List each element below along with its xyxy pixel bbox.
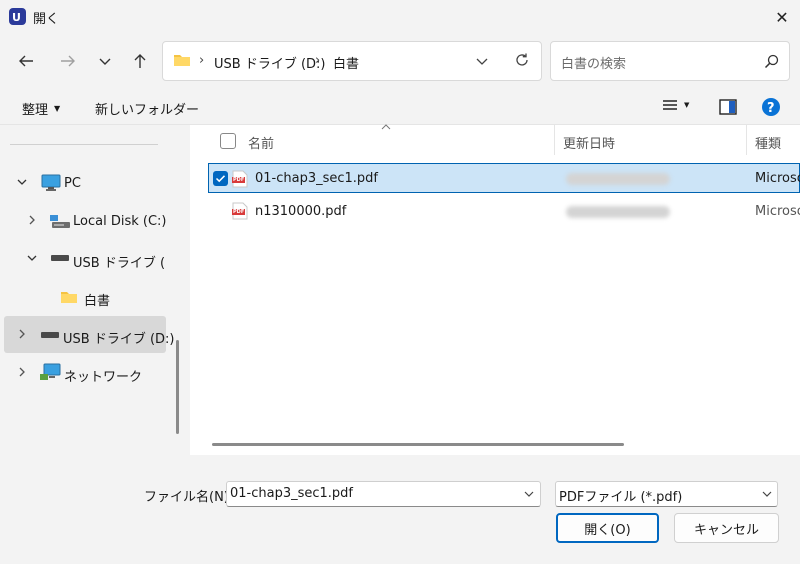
breadcrumb-separator: › (199, 53, 205, 68)
address-bar[interactable]: › USB ドライブ (D:) › 白書 (162, 41, 542, 81)
usb-drive-icon (41, 330, 59, 340)
window-title: 開く (33, 12, 60, 27)
pdf-icon-label: PDF (233, 177, 245, 183)
list-view-icon (663, 100, 677, 110)
network-icon (40, 362, 62, 382)
help-icon: ? (762, 98, 780, 116)
column-divider[interactable] (554, 125, 555, 155)
preview-pane-button[interactable] (719, 99, 737, 115)
chevron-down-icon[interactable] (761, 488, 773, 500)
breadcrumb-folder[interactable]: 白書 (333, 53, 359, 72)
chevron-down-icon: ▼ (684, 101, 690, 109)
sort-ascending-icon (381, 124, 391, 130)
close-icon: ✕ (775, 7, 789, 27)
cancel-button[interactable]: キャンセル (674, 513, 779, 543)
tree-item-usb-drive-selected[interactable]: USB ドライブ (D:) (63, 328, 174, 347)
monitor-icon (41, 174, 61, 192)
folder-icon (173, 52, 191, 68)
divider (10, 144, 158, 145)
help-button[interactable]: ? (761, 97, 781, 117)
open-button[interactable]: 開く(O) (556, 513, 659, 543)
forward-button[interactable] (53, 46, 83, 76)
filename-value: 01-chap3_sec1.pdf (230, 486, 354, 501)
arrow-right-icon (61, 55, 75, 67)
title-bar (0, 0, 800, 34)
search-input[interactable]: 白書の検索 (550, 41, 790, 81)
file-type: Microso (755, 171, 800, 186)
file-name: n1310000.pdf (255, 204, 347, 219)
svg-text:?: ? (767, 101, 775, 116)
date-modified-blurred (566, 206, 670, 218)
column-header-type[interactable]: 種類 (755, 133, 781, 152)
tree-item-folder[interactable]: 白書 (84, 290, 110, 309)
back-button[interactable] (11, 46, 41, 76)
dialog-footer (0, 455, 800, 564)
chevron-right-icon[interactable] (16, 366, 28, 378)
column-header-name[interactable]: 名前 (248, 133, 274, 152)
search-placeholder: 白書の検索 (561, 57, 627, 72)
new-folder-button[interactable]: 新しいフォルダー (95, 99, 199, 118)
up-button[interactable] (125, 46, 155, 76)
tree-item-usb-drive[interactable]: USB ドライブ (D:) (73, 252, 166, 271)
organize-menu[interactable]: 整理 ▼ (22, 99, 60, 118)
pdf-icon-label: PDF (233, 209, 245, 215)
chevron-down-icon[interactable] (26, 252, 38, 264)
refresh-icon[interactable] (514, 52, 530, 68)
tree-item-pc[interactable]: PC (64, 176, 81, 191)
date-modified-blurred (566, 173, 670, 185)
recent-locations-button[interactable] (90, 46, 120, 76)
address-dropdown-icon[interactable] (475, 54, 489, 68)
breadcrumb-separator: › (315, 53, 321, 68)
checkmark-icon (215, 175, 226, 183)
filter-value: PDFファイル (*.pdf) (559, 490, 683, 505)
filename-input[interactable]: 01-chap3_sec1.pdf (226, 481, 541, 507)
breadcrumb-usb-drive[interactable]: USB ドライブ (D:) (214, 53, 325, 72)
navigation-scrollbar[interactable] (176, 340, 179, 434)
usb-drive-icon (51, 253, 69, 263)
arrow-left-icon (19, 55, 33, 67)
horizontal-scrollbar[interactable] (212, 443, 624, 446)
filename-label: ファイル名(N): (144, 490, 234, 505)
column-header-modified[interactable]: 更新日時 (563, 133, 615, 152)
view-options-button[interactable]: ▼ (662, 98, 689, 112)
svg-text:U: U (12, 11, 21, 24)
search-icon (764, 54, 779, 69)
tree-item-network[interactable]: ネットワーク (64, 366, 142, 385)
select-all-checkbox[interactable] (220, 133, 236, 149)
local-disk-icon (49, 212, 71, 230)
file-type-filter[interactable]: PDFファイル (*.pdf) (555, 481, 778, 507)
chevron-down-icon[interactable] (16, 176, 28, 188)
app-icon: U (9, 8, 26, 25)
pdf-file-icon: PDF (232, 202, 248, 220)
chevron-down-icon[interactable] (523, 488, 535, 500)
row-checkbox[interactable] (213, 171, 228, 186)
folder-icon (60, 289, 78, 305)
organize-label: 整理 (22, 103, 49, 118)
arrow-up-icon (134, 54, 146, 68)
chevron-right-icon[interactable] (26, 214, 38, 226)
chevron-down-icon (99, 58, 111, 65)
file-name: 01-chap3_sec1.pdf (255, 171, 379, 186)
chevron-down-icon: ▼ (54, 104, 61, 113)
column-divider[interactable] (746, 125, 747, 155)
tree-item-local-disk[interactable]: Local Disk (C:) (73, 214, 166, 229)
chevron-right-icon[interactable] (16, 328, 28, 340)
preview-pane-icon (719, 99, 737, 115)
pdf-file-icon: PDF (232, 170, 248, 188)
file-type: Microso (755, 204, 800, 219)
close-button[interactable]: ✕ (764, 0, 800, 34)
